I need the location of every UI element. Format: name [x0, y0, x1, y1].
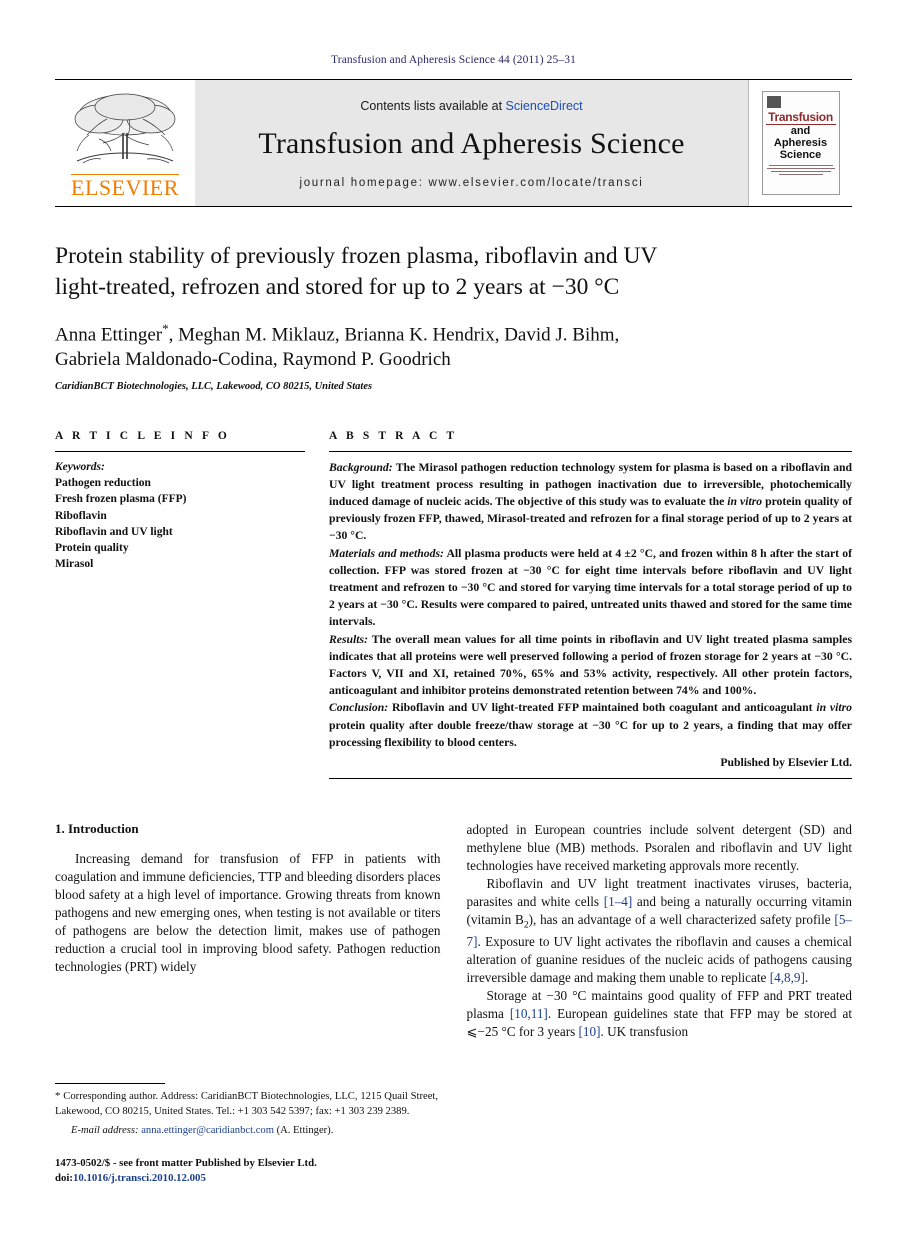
author-list: Anna Ettinger*, Meghan M. Miklauz, Brian…: [55, 320, 852, 372]
body-right-column: adopted in European countries include so…: [467, 821, 853, 1042]
abstract-results-text: The overall mean values for all time poi…: [329, 632, 852, 698]
keywords-block: Keywords: Pathogen reduction Fresh froze…: [55, 452, 305, 573]
abstract-methods-label: Materials and methods:: [329, 546, 444, 560]
abstract-background: Background: The Mirasol pathogen reducti…: [329, 459, 852, 545]
citation-ref-10[interactable]: [10]: [579, 1024, 601, 1039]
authors-line1-rest: , Meghan M. Miklauz, Brianna K. Hendrix,…: [168, 324, 620, 346]
cover-title-line3: Science: [779, 149, 822, 162]
journal-cover-thumbnail[interactable]: Transfusion and Apheresis Science: [761, 91, 840, 195]
authors-line2: Gabriela Maldonado-Codina, Raymond P. Go…: [55, 349, 451, 371]
title-block: Protein stability of previously frozen p…: [55, 241, 852, 392]
keyword-item: Protein quality: [55, 542, 129, 555]
info-abstract-region: A R T I C L E I N F O Keywords: Pathogen…: [55, 430, 852, 779]
intro-paragraph-1: Increasing demand for transfusion of FFP…: [55, 850, 441, 975]
citation-ref-10-11[interactable]: [10,11]: [510, 1006, 548, 1021]
cover-subtitle-lines: [766, 164, 836, 176]
author-email-link[interactable]: anna.ettinger@caridianbct.com: [141, 1125, 274, 1136]
email-label: E-mail address:: [71, 1125, 139, 1137]
article-info-heading: A R T I C L E I N F O: [55, 429, 230, 442]
abstract-column: A B S T R A C T Background: The Mirasol …: [329, 430, 852, 779]
running-head: Transfusion and Apheresis Science 44 (20…: [331, 54, 576, 66]
paper-title-line2: light-treated, refrozen and stored for u…: [55, 274, 620, 301]
author-first: Anna Ettinger: [55, 324, 163, 346]
abstract-results: Results: The overall mean values for all…: [329, 631, 852, 700]
body-left-column: 1. Introduction Increasing demand for tr…: [55, 821, 441, 1042]
abstract-heading: A B S T R A C T: [329, 429, 458, 442]
journal-title: Transfusion and Apheresis Science: [258, 127, 685, 160]
published-by-line: Published by Elsevier Ltd.: [720, 755, 852, 769]
page-title: Protein stability of previously frozen p…: [55, 241, 852, 303]
intro-p2-e: .: [804, 970, 809, 986]
contents-available-line: Contents lists available at ScienceDirec…: [360, 99, 582, 113]
abstract-conclusion-text: Riboflavin and UV light-treated FFP main…: [388, 701, 817, 715]
elsevier-wordmark: ELSEVIER: [71, 174, 179, 200]
abstract-background-italic: in vitro: [727, 494, 763, 508]
abstract-background-label: Background:: [329, 460, 393, 474]
corresponding-author-footnote: * Corresponding author. Address: Caridia…: [55, 1089, 438, 1119]
section-heading-introduction: 1. Introduction: [55, 820, 139, 836]
keyword-item: Fresh frozen plasma (FFP): [55, 493, 187, 506]
citation-ref-1-4[interactable]: [1–4]: [604, 894, 633, 909]
abstract-body: Background: The Mirasol pathogen reducti…: [329, 452, 852, 769]
article-info-column: A R T I C L E I N F O Keywords: Pathogen…: [55, 430, 305, 779]
email-suffix: (A. Ettinger).: [273, 1125, 334, 1137]
cover-title-line2: and Apheresis: [773, 125, 828, 149]
journal-cover-cell: Transfusion and Apheresis Science: [748, 80, 852, 206]
doi-link[interactable]: 10.1016/j.transci.2010.12.005: [73, 1172, 206, 1184]
abstract-conclusion: Conclusion: Riboflavin and UV light-trea…: [329, 699, 852, 751]
elsevier-logo: ELSEVIER: [55, 80, 195, 206]
abstract-results-label: Results:: [329, 632, 368, 646]
journal-homepage-link[interactable]: journal homepage: www.elsevier.com/locat…: [299, 177, 643, 189]
abstract-methods: Materials and methods: All plasma produc…: [329, 545, 852, 631]
doi-label: doi:: [55, 1171, 73, 1184]
body-two-column: 1. Introduction Increasing demand for tr…: [55, 821, 852, 1042]
contents-prefix: Contents lists available at: [360, 99, 506, 113]
abstract-conclusion-italic: in vitro: [816, 701, 852, 715]
imprint-block: 1473-0502/$ - see front matter Published…: [55, 1156, 438, 1186]
paper-page: Transfusion and Apheresis Science 44 (20…: [0, 0, 907, 1238]
intro-paragraph-1-continued: adopted in European countries include so…: [466, 821, 853, 874]
footnote-text: Corresponding author. Address: CaridianB…: [55, 1090, 438, 1117]
citation-ref-4-8-9[interactable]: [4,8,9]: [770, 970, 805, 985]
intro-p3-c: . UK transfusion: [600, 1024, 689, 1040]
intro-paragraph-2: Riboflavin and UV light treatment inacti…: [467, 875, 853, 987]
email-footnote: E-mail address: anna.ettinger@caridianbc…: [55, 1124, 438, 1139]
keyword-item: Riboflavin: [55, 509, 107, 522]
cover-title-line1: Transfusion: [765, 111, 836, 125]
keyword-item: Mirasol: [55, 558, 94, 571]
abstract-conclusion-label: Conclusion:: [329, 701, 389, 715]
keyword-item: Riboflavin and UV light: [55, 525, 173, 538]
footnote-rule: [55, 1082, 165, 1084]
elsevier-tree-icon: [74, 93, 176, 164]
masthead-center: Contents lists available at ScienceDirec…: [195, 80, 748, 206]
intro-p2-c: ), has an advantage of a well characteri…: [528, 912, 835, 928]
intro-paragraph-3: Storage at −30 °C maintains good quality…: [467, 987, 853, 1041]
issn-copyright-line: 1473-0502/$ - see front matter Published…: [55, 1156, 317, 1169]
abstract-conclusion-text2: protein quality after double freeze/thaw…: [329, 718, 852, 749]
journal-masthead: ELSEVIER Contents lists available at Sci…: [55, 79, 852, 207]
sciencedirect-link[interactable]: ScienceDirect: [506, 99, 583, 113]
footnote-region: * Corresponding author. Address: Caridia…: [55, 1082, 438, 1186]
author-affiliation: CaridianBCT Biotechnologies, LLC, Lakewo…: [55, 380, 373, 392]
paper-title-line1: Protein stability of previously frozen p…: [55, 243, 658, 269]
cover-badge-icon: [766, 96, 781, 108]
keyword-item: Pathogen reduction: [55, 476, 151, 489]
keywords-label: Keywords:: [55, 460, 105, 473]
abstract-bottom-rule: [329, 777, 852, 779]
doi-line: doi:10.1016/j.transci.2010.12.005: [55, 1171, 438, 1186]
